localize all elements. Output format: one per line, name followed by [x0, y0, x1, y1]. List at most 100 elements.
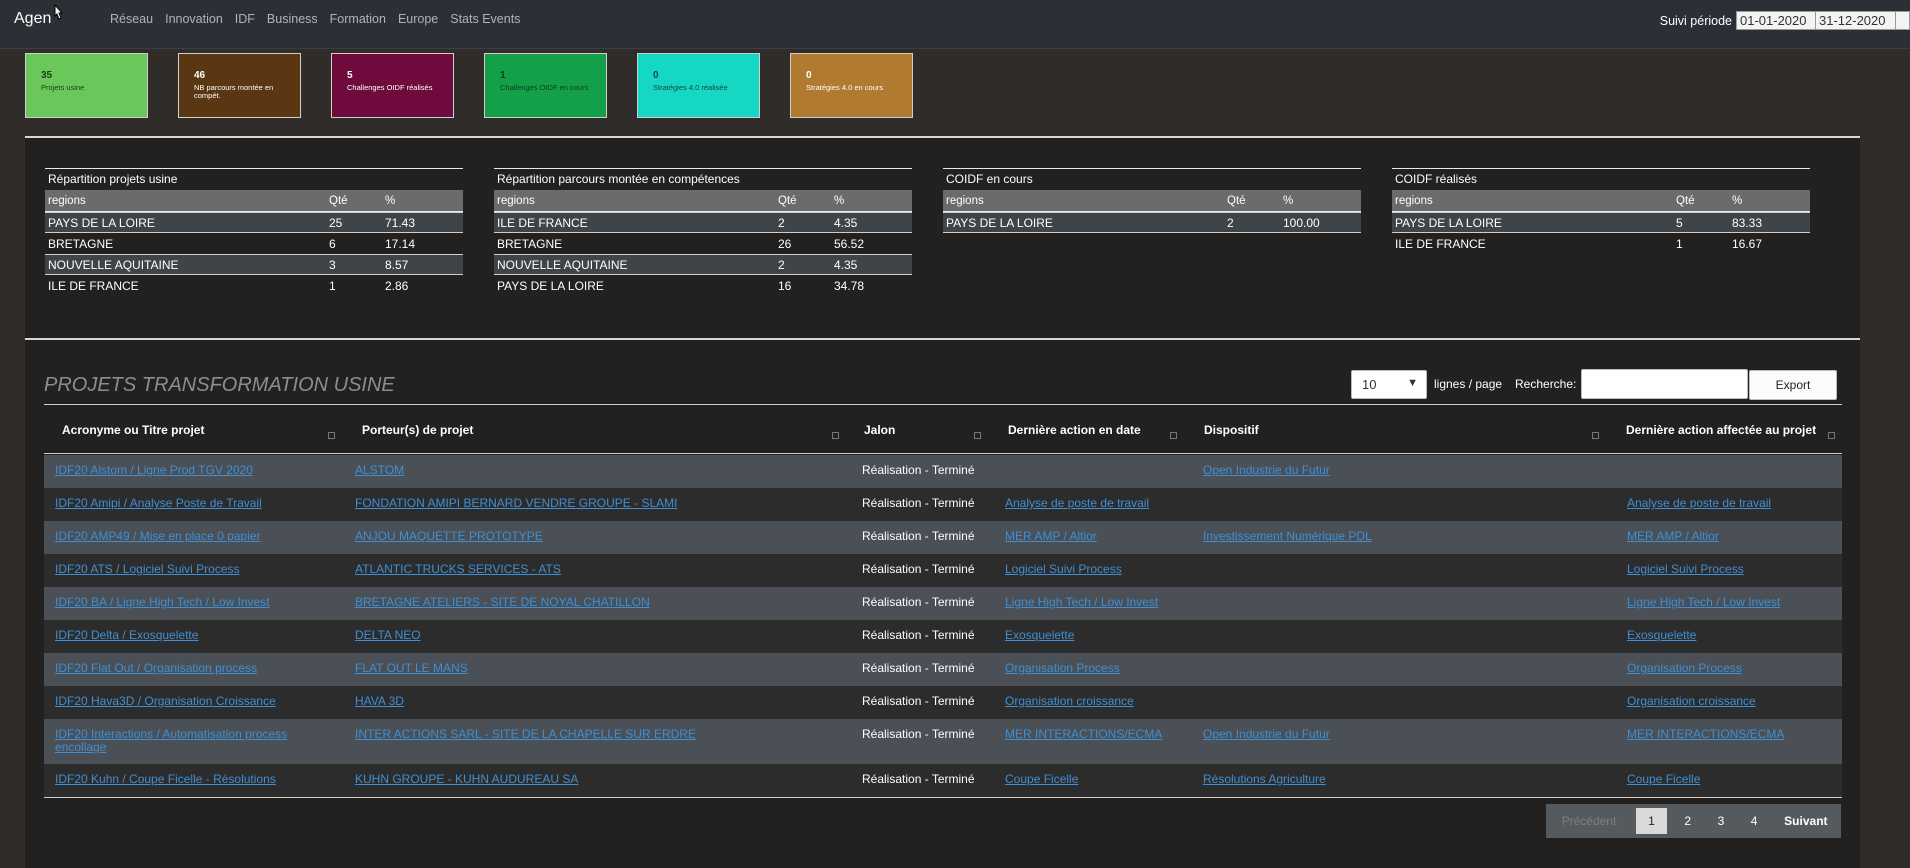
last-action-link[interactable]: Organisation croissance [1005, 695, 1195, 708]
project-last-action-link[interactable]: Analyse de poste de travail [1627, 497, 1827, 510]
dispositif-link[interactable]: Open Industrie du Futur [1203, 464, 1563, 477]
porteur-link[interactable]: FONDATION AMIPI BERNARD VENDRE GROUPE - … [355, 497, 755, 510]
pagination-page-4[interactable]: 4 [1738, 814, 1771, 828]
last-action-link[interactable]: Logiciel Suivi Process [1005, 563, 1195, 576]
project-title-link[interactable]: IDF20 Delta / Exosquelette [55, 629, 295, 642]
last-action-link[interactable]: Exosquelette [1005, 629, 1195, 642]
project-title-link[interactable]: IDF20 ATS / Logiciel Suivi Process [55, 563, 295, 576]
sort-icon[interactable] [328, 432, 335, 439]
repartition-cell: 16.67 [1732, 236, 1763, 251]
col-header-acronyme[interactable]: Acronyme ou Titre projet [62, 405, 362, 454]
col-header-label: Dernière action en date [1008, 422, 1141, 437]
pagination-page-2[interactable]: 2 [1671, 814, 1704, 828]
table-row: IDF20 Interactions / Automatisation proc… [44, 719, 1842, 764]
sort-icon[interactable] [974, 432, 981, 439]
nav-link-stats-events[interactable]: Stats Events [450, 12, 520, 26]
project-title-link[interactable]: IDF20 BA / Ligne High Tech / Low Invest [55, 596, 295, 609]
project-last-action-link[interactable]: Coupe Ficelle [1627, 773, 1827, 786]
porteur-link[interactable]: ATLANTIC TRUCKS SERVICES - ATS [355, 563, 755, 576]
project-last-action-link[interactable]: Organisation croissance [1627, 695, 1827, 708]
nav-link-formation[interactable]: Formation [330, 12, 386, 26]
porteur-link[interactable]: KUHN GROUPE - KUHN AUDUREAU SA [355, 773, 755, 786]
project-last-action-link[interactable]: Organisation Process [1627, 662, 1827, 675]
kpi-projets-usine[interactable]: 35 Projets usine [25, 53, 148, 118]
col-header-derniere-action[interactable]: Dernière action en date [1008, 405, 1188, 454]
last-action-link[interactable]: MER INTERACTIONS/ECMA [1005, 728, 1195, 741]
porteur-link[interactable]: HAVA 3D [355, 695, 755, 708]
porteur-link[interactable]: DELTA NEO [355, 629, 755, 642]
kpi-value: 0 [653, 70, 659, 81]
porteur-link[interactable]: ANJOU MAQUETTE PROTOTYPE [355, 530, 755, 543]
pagination-page-3[interactable]: 3 [1704, 814, 1737, 828]
dispositif-link[interactable]: Open Industrie du Futur [1203, 728, 1563, 741]
pagination-next[interactable]: Suivant [1771, 814, 1841, 828]
project-title-link[interactable]: IDF20 Interactions / Automatisation proc… [55, 728, 295, 754]
kpi-strategies-en-cours[interactable]: 0 Stratégies 4.0 en cours [790, 53, 913, 118]
porteur-link[interactable]: ALSTOM [355, 464, 755, 477]
nav-link-business[interactable]: Business [267, 12, 318, 26]
last-action-link[interactable]: Ligne High Tech / Low Invest [1005, 596, 1195, 609]
per-page-select[interactable]: 10 ▼ [1351, 370, 1427, 399]
nav-link-europe[interactable]: Europe [398, 12, 438, 26]
project-last-action-link[interactable]: Logiciel Suivi Process [1627, 563, 1827, 576]
pagination-prev[interactable]: Précédent [1546, 814, 1632, 828]
date-from-input[interactable] [1736, 11, 1816, 30]
search-input[interactable] [1581, 369, 1748, 399]
last-action-link[interactable]: Coupe Ficelle [1005, 773, 1195, 786]
nav-link-reseau[interactable]: Réseau [110, 12, 153, 26]
col-header-porteur[interactable]: Porteur(s) de projet [362, 405, 762, 454]
repartition-cell: 8.57 [385, 257, 409, 272]
dispositif-link[interactable]: Résolutions Agriculture [1203, 773, 1563, 786]
sort-icon[interactable] [832, 432, 839, 439]
project-title-link[interactable]: IDF20 Flat Out / Organisation process [55, 662, 295, 675]
kpi-strategies-realisee[interactable]: 0 Stratégies 4.0 réalisée [637, 53, 760, 118]
kpi-parcours-competences[interactable]: 46 NB parcours montée en compét. [178, 53, 301, 118]
repartition-table: Répartition projets usine regions Qté% PAYS… [45, 168, 463, 296]
porteur-link[interactable]: INTER ACTIONS SARL - SITE DE LA CHAPELLE… [355, 728, 755, 741]
project-last-action-link[interactable]: Exosquelette [1627, 629, 1827, 642]
repartition-table: Répartition parcours montée en compétenc… [494, 168, 912, 296]
repartition-row: PAYS DE LA LOIRE 2 100.00 [943, 212, 1361, 233]
kpi-value: 0 [806, 70, 812, 81]
sort-icon[interactable] [1592, 432, 1599, 439]
dispositif-link[interactable]: Investissement Numérique PDL [1203, 530, 1563, 543]
repartition-cell: ILE DE FRANCE [48, 278, 139, 293]
porteur-link[interactable]: BRETAGNE ATELIERS - SITE DE NOYAL CHATIL… [355, 596, 755, 609]
table-row: IDF20 AMP49 / Mise en place 0 papier ANJO… [44, 521, 1842, 554]
date-to-input[interactable] [1816, 11, 1896, 30]
last-action-link[interactable]: MER AMP / Altior [1005, 530, 1195, 543]
repartition-cell: 6 [329, 236, 336, 251]
sort-icon[interactable] [1828, 432, 1835, 439]
col-header-jalon[interactable]: Jalon [864, 405, 984, 454]
last-action-link[interactable]: Organisation Process [1005, 662, 1195, 675]
nav-link-idf[interactable]: IDF [235, 12, 255, 26]
export-button[interactable]: Export [1749, 370, 1837, 400]
repartition-cell: 56.52 [834, 236, 865, 251]
repartition-cell: 2 [1227, 215, 1234, 230]
project-last-action-link[interactable]: Ligne High Tech / Low Invest [1627, 596, 1827, 609]
repartition-row: PAYS DE LA LOIRE 16 34.78 [494, 275, 912, 296]
brand-logo[interactable]: Agen [14, 10, 51, 28]
last-action-link[interactable]: Analyse de poste de travail [1005, 497, 1195, 510]
sort-icon[interactable] [1170, 432, 1177, 439]
project-title-link[interactable]: IDF20 Hava3D / Organisation Croissance [55, 695, 295, 708]
col-header-derniere-action-projet[interactable]: Dernière action affectée au projet [1626, 405, 1826, 454]
col-header-dispositif[interactable]: Dispositif [1204, 405, 1404, 454]
porteur-link[interactable]: FLAT OUT LE MANS [355, 662, 755, 675]
project-title-link[interactable]: IDF20 AMP49 / Mise en place 0 papier [55, 530, 295, 543]
pagination-page-1[interactable]: 1 [1635, 808, 1668, 834]
repartition-cell: 2 [778, 215, 785, 230]
col-header-label: Jalon [864, 422, 896, 437]
repartition-cell: NOUVELLE AQUITAINE [497, 257, 628, 272]
nav-link-innovation[interactable]: Innovation [165, 12, 223, 26]
project-last-action-link[interactable]: MER AMP / Altior [1627, 530, 1827, 543]
repartition-cell: 34.78 [834, 278, 865, 293]
repartition-header-row: regions Qté% [1392, 190, 1810, 212]
kpi-challenges-en-cours[interactable]: 1 Challenges OIDF en cours [484, 53, 607, 118]
project-title-link[interactable]: IDF20 Alstom / Ligne Prod TGV 2020 [55, 464, 295, 477]
project-title-link[interactable]: IDF20 Amipi / Analyse Poste de Travail [55, 497, 295, 510]
project-last-action-link[interactable]: MER INTERACTIONS/ECMA [1627, 728, 1827, 741]
repartition-header-cell: % [1732, 194, 1743, 207]
project-title-link[interactable]: IDF20 Kuhn / Coupe Ficelle - Résolutions [55, 773, 295, 786]
kpi-challenges-realises[interactable]: 5 Challenges OIDF réalisés [331, 53, 454, 118]
